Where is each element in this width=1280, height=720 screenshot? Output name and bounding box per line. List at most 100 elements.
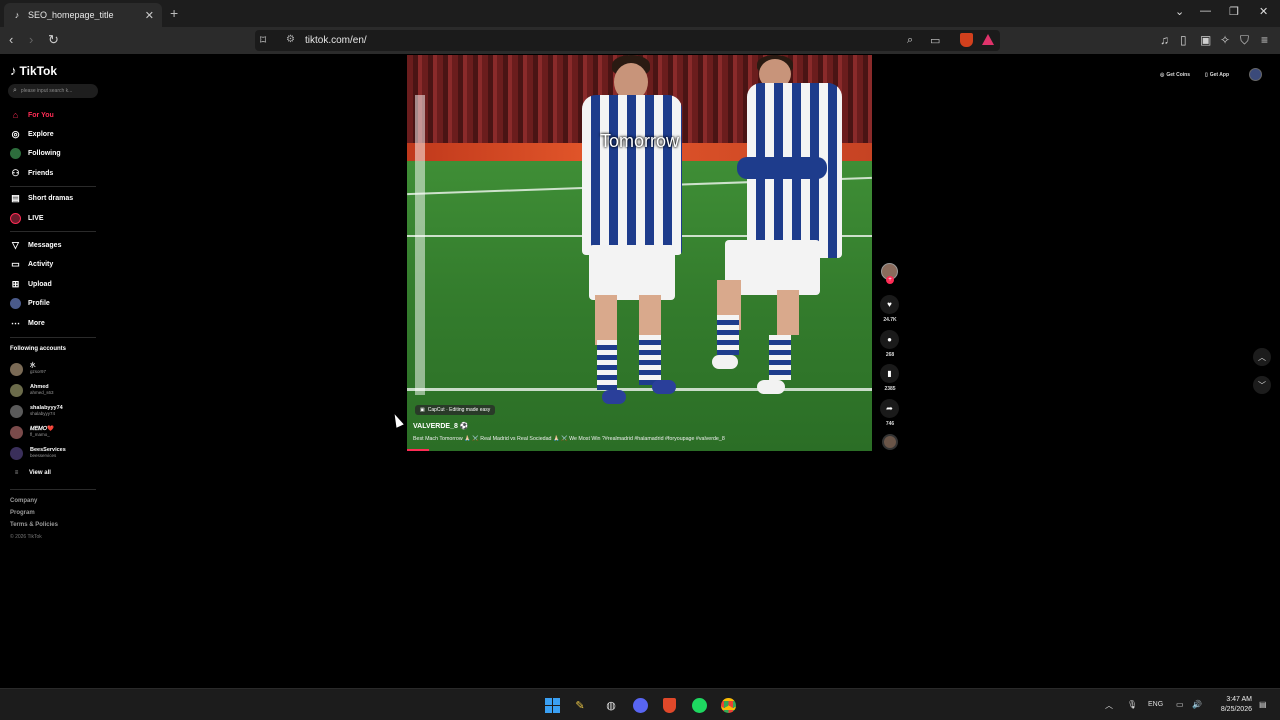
share-button[interactable]: ➦ [880, 399, 899, 418]
copyright: © 2026 TikTok [10, 534, 42, 540]
brave-shield-icon[interactable] [960, 33, 973, 47]
notification-icon[interactable]: ▤ [1259, 700, 1267, 709]
nav-label: LIVE [28, 214, 44, 222]
activity-icon: ▭ [11, 258, 20, 269]
volume-icon[interactable]: 🔊 [1192, 700, 1202, 709]
nav-upload[interactable]: ⊞ Upload [10, 277, 52, 291]
reload-icon[interactable]: ↻ [48, 33, 59, 47]
cast-icon[interactable]: ▭ [930, 34, 940, 47]
next-video-button[interactable]: ﹀ [1253, 376, 1271, 394]
nav-profile[interactable]: Profile [10, 296, 50, 310]
nav-more[interactable]: ⋯ More [10, 316, 45, 330]
menu-icon[interactable]: ≡ [1261, 33, 1268, 47]
get-coins-label: Get Coins [1166, 72, 1190, 78]
url-field[interactable]: ⌑ ⚙ tiktok.com/en/ ⌕ ▭ [255, 30, 1000, 51]
chevron-up-icon: ︿ [1258, 352, 1266, 362]
nav-following[interactable]: Following [10, 146, 61, 160]
save-button[interactable]: ▮ [880, 364, 899, 383]
nav-messages[interactable]: ▽ Messages [10, 238, 61, 252]
github-icon[interactable]: ◍ [603, 697, 619, 713]
tiktok-note-icon: ♪ [10, 63, 17, 78]
account-item[interactable]: 𝑀𝐸𝑀𝑂❤️ fl_mamo_ [10, 425, 54, 439]
video-description: Best Mach Tomorrow 🙏🏻 ⚔️ Real Madrid vs … [413, 436, 725, 442]
browser-tab-active[interactable]: ♪ SEO_homepage_title ✕ [4, 3, 162, 27]
music-disc[interactable] [882, 434, 898, 450]
clock-date: 8/25/2026 [1220, 706, 1252, 713]
view-all-button[interactable]: ≡ View all [10, 470, 51, 476]
account-item[interactable]: BeesServices beesservices [10, 446, 66, 460]
drama-icon: ▤ [11, 192, 20, 203]
nav-explore[interactable]: ◎ Explore [10, 127, 54, 141]
tray-overflow-icon[interactable]: ︿ [1105, 700, 1113, 711]
account-handle: fl_mamo_ [30, 432, 50, 437]
footer-program-link[interactable]: Program [10, 510, 35, 516]
close-window-icon[interactable]: ✕ [1259, 5, 1268, 18]
footer-terms-link[interactable]: Terms & Policies [10, 522, 58, 528]
account-handle: shalabyyy74 [30, 411, 56, 416]
comment-button[interactable]: ● [880, 330, 899, 349]
share-arrow-icon: ➦ [886, 404, 893, 413]
spotify-icon[interactable] [691, 697, 707, 713]
sidebar-icon[interactable]: ▯ [1180, 33, 1187, 47]
search-input[interactable] [20, 88, 91, 94]
site-info-icon[interactable]: ⚙ [286, 34, 295, 45]
account-item[interactable]: 水 gzsor97 [10, 362, 46, 376]
get-coins-button[interactable]: ◎ Get Coins [1160, 69, 1190, 81]
network-icon[interactable]: ▭ [1176, 700, 1184, 709]
tiktok-logo[interactable]: ♪ TikTok [10, 63, 57, 78]
nav-label: For You [28, 111, 54, 119]
restore-icon[interactable]: ❐ [1229, 5, 1239, 18]
get-app-button[interactable]: ▯ Get App [1205, 69, 1229, 81]
forward-icon[interactable]: › [29, 33, 33, 47]
nav-friends[interactable]: ⚇ Friends [10, 166, 53, 180]
brave-browser-icon[interactable] [661, 697, 677, 713]
tab-title: SEO_homepage_title [28, 10, 114, 20]
more-icon: ⋯ [11, 317, 20, 328]
video-author[interactable]: VALVERDE_8 ⚽ [413, 422, 469, 430]
chrome-icon[interactable] [720, 697, 736, 713]
nav-live[interactable]: LIVE [10, 211, 44, 225]
account-item[interactable]: Ahmed ahmed_s63 [10, 383, 54, 397]
divider [10, 231, 96, 232]
video-player[interactable]: Tomorrow ▣ CapCut · Editing made easy VA… [407, 55, 872, 451]
system-clock[interactable]: 3:47 AM 8/25/2026 [1210, 695, 1252, 715]
previous-video-button[interactable]: ︿ [1253, 348, 1271, 366]
leo-ai-icon[interactable]: ✧ [1220, 33, 1230, 47]
tiktok-favicon-icon: ♪ [14, 10, 20, 20]
wallet-icon[interactable]: ▣ [1200, 33, 1211, 47]
minimize-icon[interactable]: — [1200, 5, 1211, 17]
tab-search-chevron-icon[interactable]: ⌄ [1175, 5, 1184, 18]
like-button[interactable]: ♥ [880, 295, 899, 314]
follow-plus-icon[interactable]: + [886, 276, 894, 284]
close-tab-icon[interactable]: ✕ [145, 9, 154, 22]
comment-count: 268 [885, 352, 895, 358]
new-tab-button[interactable]: + [170, 5, 178, 21]
media-icon[interactable]: ♫ [1160, 33, 1169, 47]
microphone-icon[interactable]: 🎙 [1127, 700, 1137, 709]
start-button[interactable] [544, 697, 560, 713]
language-indicator[interactable]: ENG [1148, 701, 1163, 708]
divider [10, 489, 96, 490]
nav-short-dramas[interactable]: ▤ Short dramas [10, 191, 73, 205]
capcut-label: CapCut · Editing made easy [427, 407, 491, 413]
avatar [10, 362, 23, 376]
video-progress-bar[interactable] [407, 449, 429, 451]
share-count: 746 [885, 421, 895, 427]
list-icon: ≡ [14, 470, 19, 476]
pen-app-icon[interactable]: ✎ [572, 697, 588, 713]
back-icon[interactable]: ‹ [9, 33, 13, 47]
footer-company-link[interactable]: Company [10, 498, 37, 504]
account-item[interactable]: shalabyyy74 shalabyyy74 [10, 404, 63, 418]
nav-for-you[interactable]: ⌂ For You [10, 108, 54, 122]
discord-icon[interactable] [632, 697, 648, 713]
zoom-icon[interactable]: ⌕ [907, 34, 913, 47]
home-icon: ⌂ [12, 110, 19, 120]
brave-rewards-icon[interactable] [982, 34, 994, 45]
nav-activity[interactable]: ▭ Activity [10, 257, 53, 271]
bookmark-icon[interactable]: ⌑ [260, 33, 266, 47]
user-avatar[interactable] [1249, 68, 1262, 81]
get-app-label: Get App [1209, 72, 1230, 78]
capcut-badge[interactable]: ▣ CapCut · Editing made easy [415, 405, 496, 415]
search-bar[interactable]: ⌕ [8, 84, 98, 98]
vpn-icon[interactable]: ⛉ [1240, 33, 1249, 48]
